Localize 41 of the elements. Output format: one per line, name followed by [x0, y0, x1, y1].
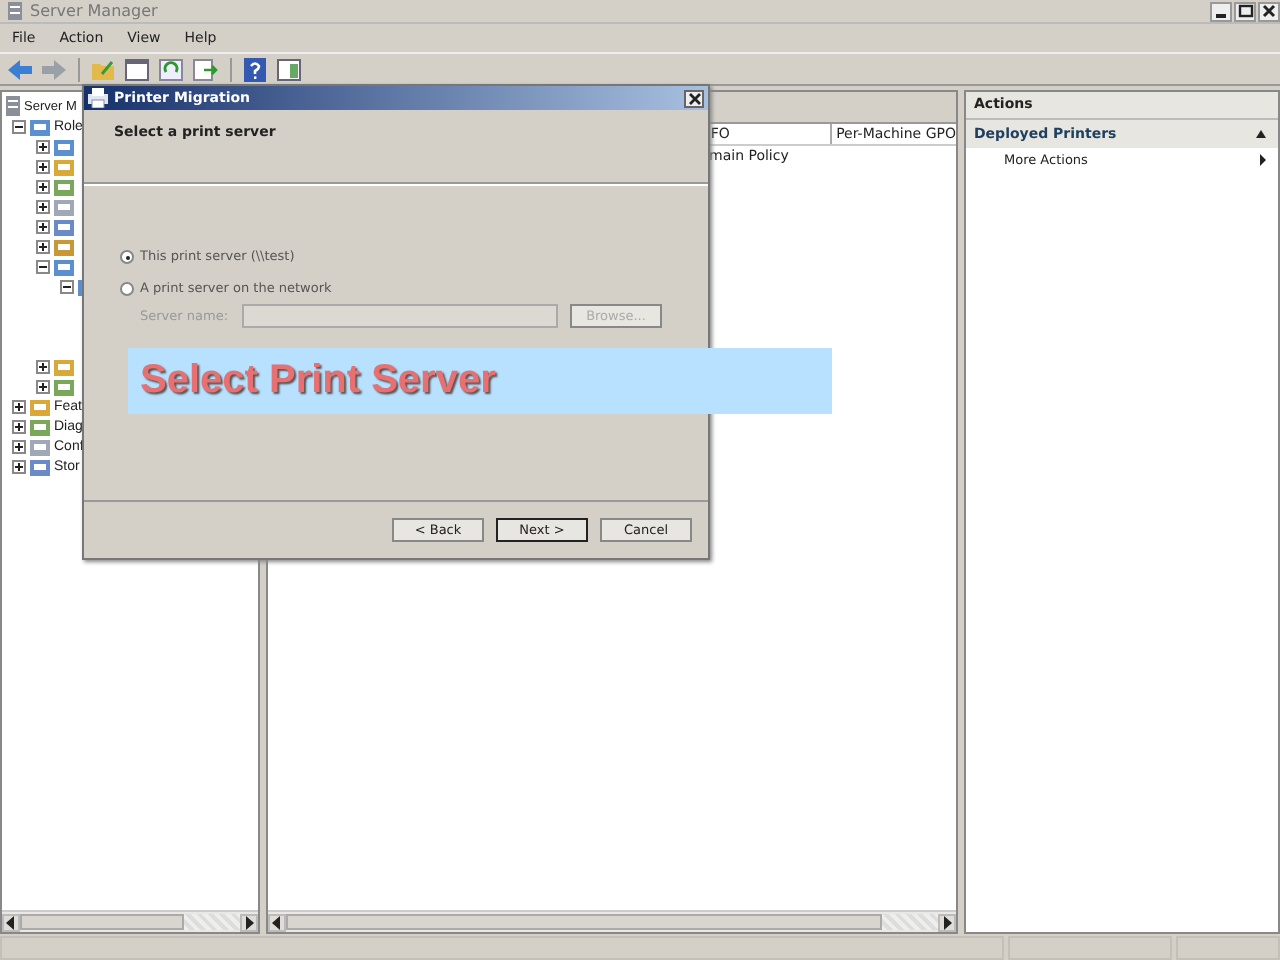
submenu-arrow-icon [1260, 154, 1266, 166]
export-icon [192, 57, 220, 81]
scrollbar-thumb[interactable] [20, 914, 184, 930]
close-button[interactable] [684, 89, 704, 107]
export-button[interactable] [192, 57, 220, 81]
window-button[interactable] [124, 57, 152, 81]
back-icon [6, 57, 34, 81]
scroll-right-button[interactable] [938, 913, 956, 931]
window-title: Server Manager [30, 2, 158, 20]
close-button[interactable] [1258, 1, 1280, 21]
close-icon [687, 91, 701, 105]
horizontal-scrollbar[interactable] [268, 910, 956, 932]
scroll-right-button[interactable] [240, 913, 258, 931]
server-icon [6, 2, 24, 20]
help-button[interactable] [242, 57, 270, 81]
refresh-button[interactable] [158, 57, 186, 81]
collapse-arrow-icon [1256, 130, 1266, 138]
caption-text: Select Print Server [140, 358, 496, 404]
scroll-left-button[interactable] [2, 913, 20, 931]
minimize-button[interactable] [1210, 1, 1232, 21]
scrollbar-thumb[interactable] [286, 914, 882, 930]
panel-button[interactable] [276, 57, 304, 81]
back-button[interactable] [6, 57, 34, 81]
horizontal-scrollbar[interactable] [2, 910, 258, 932]
right-arrow-icon [244, 915, 254, 929]
left-arrow-icon [272, 915, 282, 929]
folder-icon [90, 57, 118, 81]
printer-icon [88, 88, 108, 108]
scroll-left-button[interactable] [268, 913, 286, 931]
panel-icon [276, 57, 304, 81]
close-icon [1260, 2, 1278, 20]
help-icon [242, 57, 270, 81]
left-arrow-icon [6, 915, 16, 929]
status-panel [1176, 936, 1280, 960]
forward-icon [40, 57, 68, 81]
window-icon [124, 57, 152, 81]
refresh-icon [158, 57, 186, 81]
right-arrow-icon [942, 915, 952, 929]
folder-button[interactable] [90, 57, 118, 81]
maximize-button[interactable] [1234, 1, 1256, 21]
maximize-icon [1236, 2, 1254, 20]
